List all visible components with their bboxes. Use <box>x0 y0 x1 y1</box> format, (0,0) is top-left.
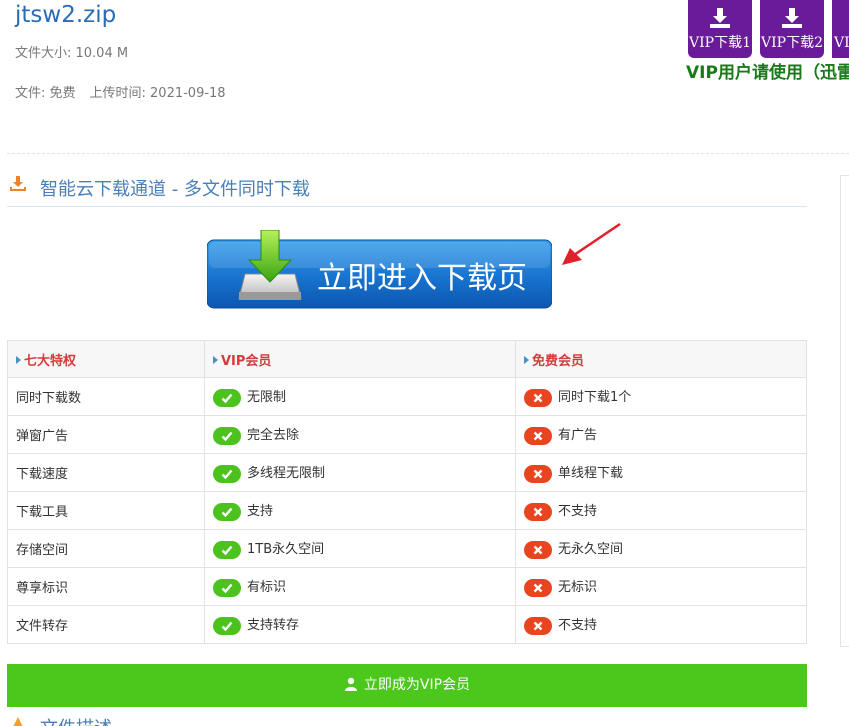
privilege-table: 七大特权 VIP会员 免费会员 同时下载数 无限制 同时下载1个 弹窗广告 完全… <box>7 340 807 644</box>
vip-download-2-label: VIP下载2 <box>761 35 823 51</box>
table-row: 文件转存 支持转存 不支持 <box>7 605 807 644</box>
free-value: 不支持 <box>558 618 598 634</box>
free-value: 单线程下载 <box>558 466 624 482</box>
section-header: 智能云下载通道 - 多文件同时下载 <box>7 172 807 207</box>
header-label: VIP会员 <box>221 353 272 369</box>
vip-value: 1TB永久空间 <box>247 542 325 558</box>
check-icon <box>213 616 241 635</box>
vip-value: 无限制 <box>247 390 287 406</box>
vip-download-2-button[interactable]: VIP下载2 <box>760 0 824 58</box>
cross-icon <box>524 426 552 445</box>
file-meta-row: 文件: 免费 上传时间: 2021-09-18 <box>15 82 226 101</box>
free-cell: 单线程下载 <box>515 453 807 492</box>
check-icon <box>213 578 241 597</box>
cross-icon <box>524 616 552 635</box>
file-name: jtsw2.zip <box>15 2 117 28</box>
vip-cell: 支持 <box>204 491 516 530</box>
feature-cell: 尊享标识 <box>7 567 205 606</box>
free-value: 无永久空间 <box>558 542 624 558</box>
table-row: 同时下载数 无限制 同时下载1个 <box>7 377 807 416</box>
check-icon <box>213 464 241 483</box>
cross-icon <box>524 578 552 597</box>
free-value: 有广告 <box>558 428 598 444</box>
free-cell: 无永久空间 <box>515 529 807 568</box>
vip-cell: 1TB永久空间 <box>204 529 516 568</box>
header-cell: 七大特权 <box>7 340 205 378</box>
feature-cell: 下载工具 <box>7 491 205 530</box>
file-size: 文件大小: 10.04 M <box>15 46 129 61</box>
table-row: 弹窗广告 完全去除 有广告 <box>7 415 807 454</box>
vip-download-1-label: VIP下载1 <box>689 35 751 51</box>
free-cell: 同时下载1个 <box>515 377 807 416</box>
vip-download-3-button[interactable]: VIP下载3 <box>832 0 849 58</box>
free-cell: 无标识 <box>515 567 807 606</box>
vip-value: 有标识 <box>247 580 287 596</box>
table-row: 尊享标识 有标识 无标识 <box>7 567 807 606</box>
vip-cell: 有标识 <box>204 567 516 606</box>
upload-time: 上传时间: 2021-09-18 <box>89 86 226 101</box>
caret-icon <box>16 355 21 364</box>
vip-note: VIP用户请使用（迅雷 <box>686 63 849 83</box>
description-header: 文件描述 <box>7 712 207 726</box>
pointer-arrow-icon <box>562 222 621 265</box>
vip-cell: 多线程无限制 <box>204 453 516 492</box>
description-title: 文件描述 <box>40 714 112 726</box>
vip-cell: 无限制 <box>204 377 516 416</box>
table-row: 存储空间 1TB永久空间 无永久空间 <box>7 529 807 568</box>
feature-cell: 同时下载数 <box>7 377 205 416</box>
download-icon <box>10 176 26 191</box>
cross-icon <box>524 388 552 407</box>
free-value: 同时下载1个 <box>558 390 632 406</box>
vip-value: 支持 <box>247 504 274 520</box>
file-type: 文件: 免费 <box>15 86 76 101</box>
become-vip-label: 立即成为VIP会员 <box>363 677 471 693</box>
vip-value: 完全去除 <box>247 428 300 444</box>
download-icon <box>710 8 730 28</box>
free-cell: 不支持 <box>515 491 807 530</box>
feature-cell: 存储空间 <box>7 529 205 568</box>
feature-cell: 下载速度 <box>7 453 205 492</box>
table-row: 下载工具 支持 不支持 <box>7 491 807 530</box>
divider <box>7 153 849 154</box>
cross-icon <box>524 540 552 559</box>
header-label: 免费会员 <box>532 353 585 369</box>
feature-cell: 文件转存 <box>7 605 205 644</box>
free-value: 不支持 <box>558 504 598 520</box>
vip-download-1-button[interactable]: VIP下载1 <box>688 0 752 58</box>
free-cell: 不支持 <box>515 605 807 644</box>
vip-cell: 支持转存 <box>204 605 516 644</box>
enter-download-page-label: 立即进入下载页 <box>317 261 527 296</box>
table-row: 下载速度 多线程无限制 单线程下载 <box>7 453 807 492</box>
free-value: 无标识 <box>558 580 598 596</box>
caret-icon <box>524 355 529 364</box>
table-header-row: 七大特权 VIP会员 免费会员 <box>7 340 807 378</box>
check-icon <box>213 388 241 407</box>
cross-icon <box>524 464 552 483</box>
vip-download-3-label: VIP下载3 <box>834 35 849 51</box>
vip-value: 支持转存 <box>247 618 300 634</box>
section-title: 智能云下载通道 - 多文件同时下载 <box>40 179 310 200</box>
side-panel <box>840 175 849 647</box>
free-cell: 有广告 <box>515 415 807 454</box>
become-vip-button[interactable]: 立即成为VIP会员 <box>7 664 807 707</box>
check-icon <box>213 502 241 521</box>
warning-icon <box>13 717 23 726</box>
vip-value: 多线程无限制 <box>247 466 326 482</box>
cross-icon <box>524 502 552 521</box>
download-icon <box>782 8 802 28</box>
header-label: 七大特权 <box>24 353 77 369</box>
header-cell: 免费会员 <box>515 340 807 378</box>
vip-cell: 完全去除 <box>204 415 516 454</box>
user-icon <box>344 677 357 691</box>
check-icon <box>213 540 241 559</box>
feature-cell: 弹窗广告 <box>7 415 205 454</box>
caret-icon <box>213 355 218 364</box>
check-icon <box>213 426 241 445</box>
header-cell: VIP会员 <box>204 340 516 378</box>
